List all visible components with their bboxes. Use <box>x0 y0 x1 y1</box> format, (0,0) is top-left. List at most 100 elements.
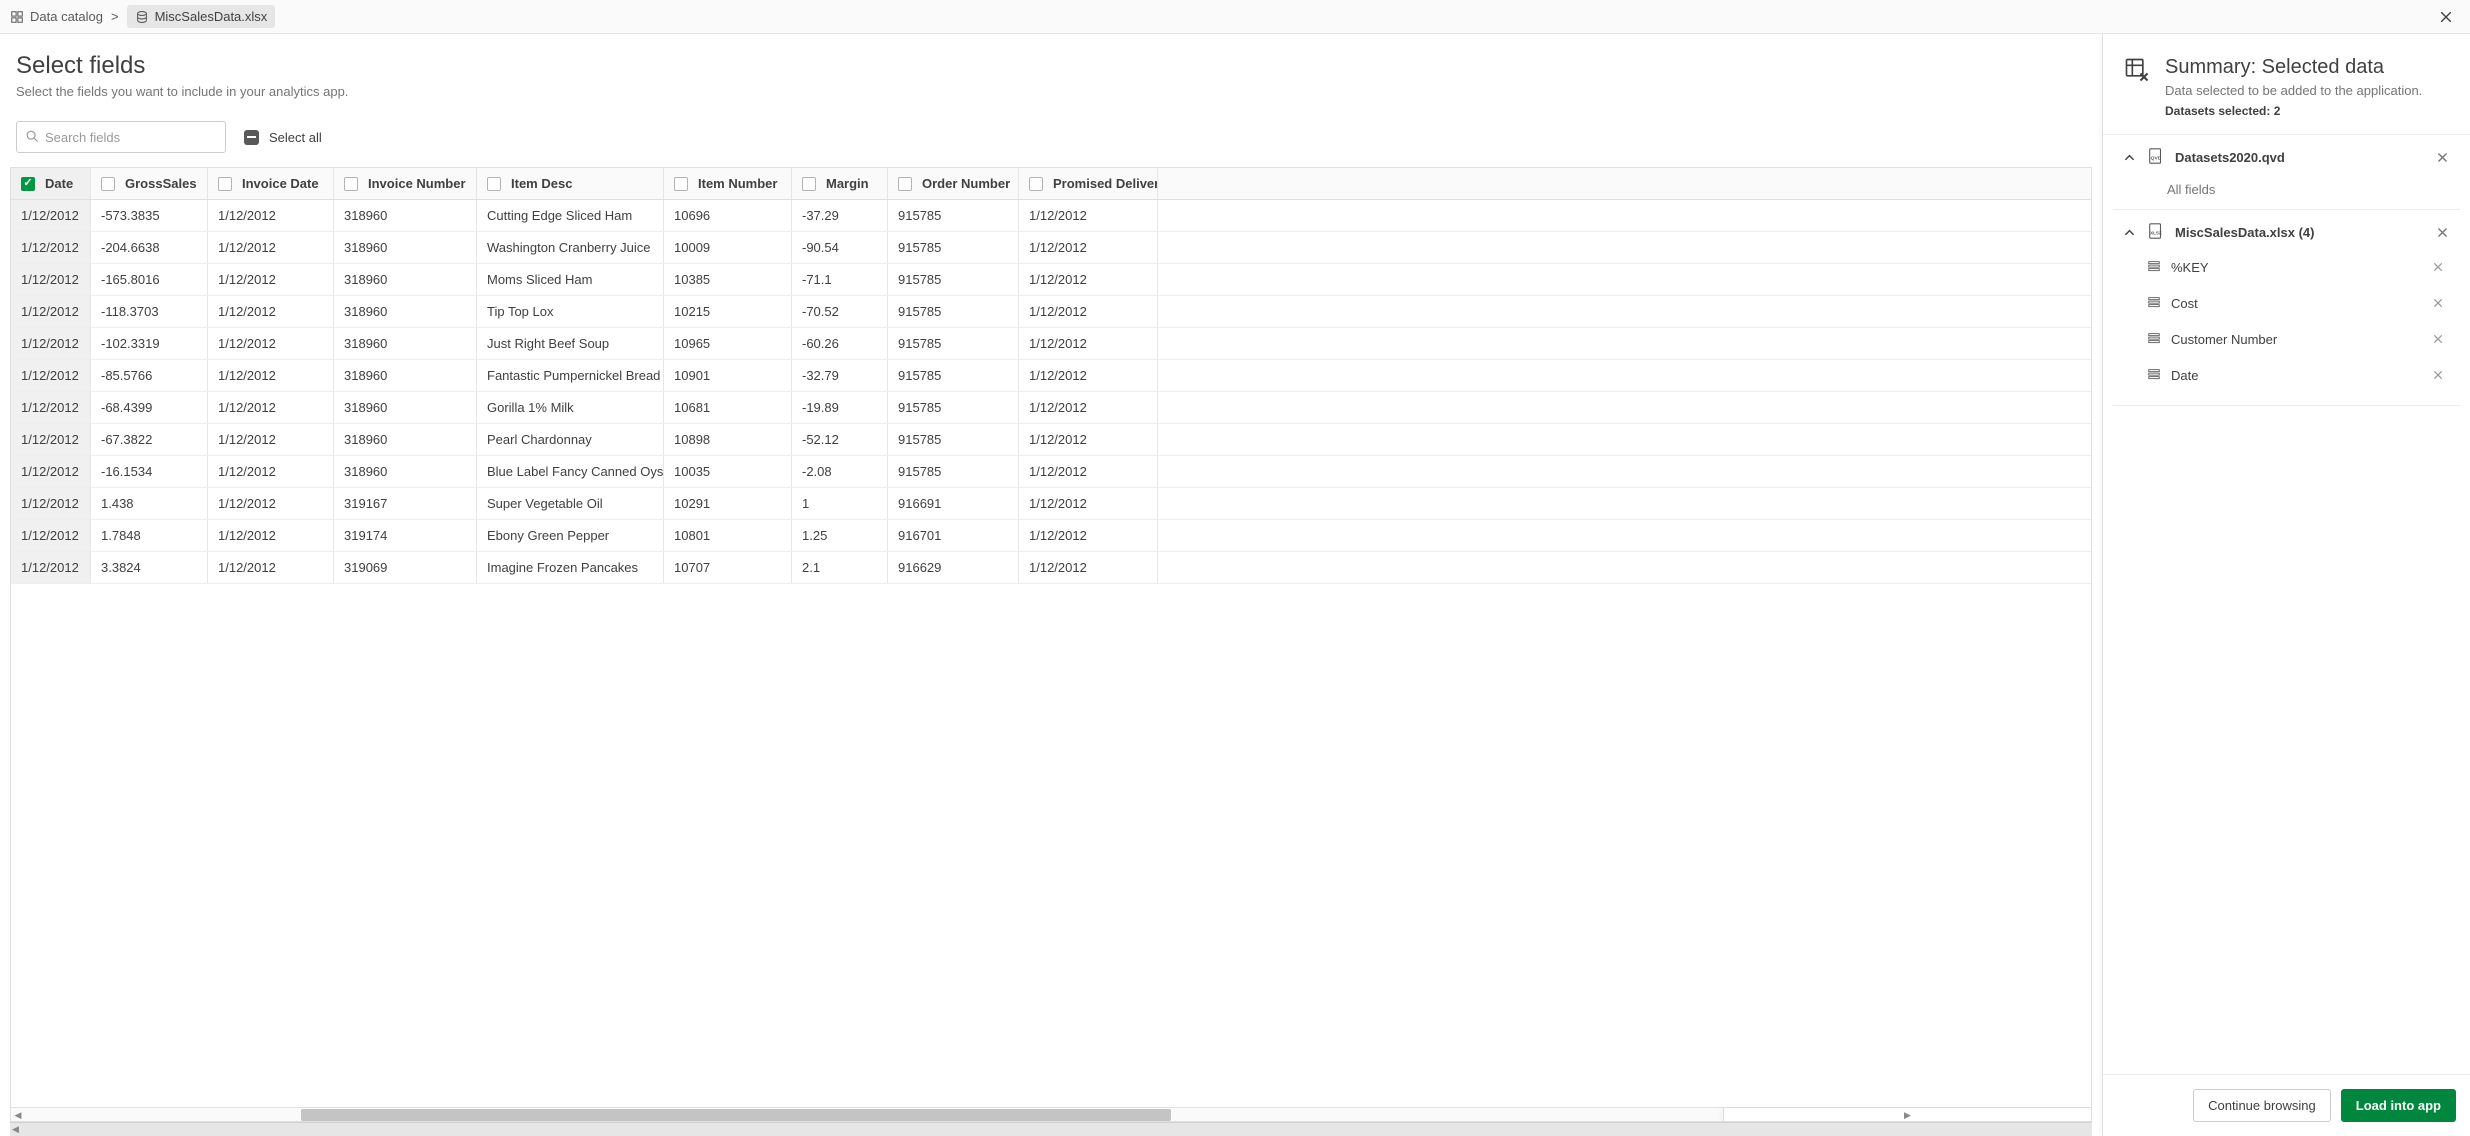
data-preview-table: Date GrossSales Invoice Date Invoice Number… <box>10 167 2092 1122</box>
table-cell: 1/12/2012 <box>11 424 91 455</box>
load-into-app-button[interactable]: Load into app <box>2341 1089 2456 1122</box>
table-cell: 1/12/2012 <box>1019 200 1158 231</box>
dataset-name: Datasets2020.qvd <box>2175 150 2422 165</box>
table-cell: 10707 <box>664 552 792 583</box>
page-subtitle: Select the fields you want to include in… <box>16 84 2090 99</box>
select-all-toggle[interactable]: Select all <box>244 130 322 145</box>
field-label: Customer Number <box>2171 332 2428 347</box>
column-header-label: Margin <box>826 176 869 191</box>
remove-field-button[interactable] <box>2428 257 2448 277</box>
table-cell: 915785 <box>888 328 1019 359</box>
table-cell: 915785 <box>888 424 1019 455</box>
table-cell: -90.54 <box>792 232 888 263</box>
field-icon <box>2147 367 2161 384</box>
table-cell: 1.438 <box>91 488 208 519</box>
table-cell: 10215 <box>664 296 792 327</box>
table-cell: 318960 <box>334 328 477 359</box>
column-header[interactable]: GrossSales <box>91 168 208 199</box>
close-button[interactable] <box>2432 3 2460 31</box>
bottom-scroll-strip[interactable]: ◀ <box>10 1122 2092 1136</box>
column-header[interactable]: Item Desc <box>477 168 664 199</box>
table-cell: -85.5766 <box>91 360 208 391</box>
table-cell: 915785 <box>888 456 1019 487</box>
table-row: 1/12/2012-118.37031/12/2012318960Tip Top… <box>11 296 2091 328</box>
dataset-block: XLSXMiscSalesData.xlsx (4)%KEYCostCustom… <box>2113 210 2460 406</box>
table-cell: 915785 <box>888 232 1019 263</box>
column-checkbox[interactable] <box>1029 177 1043 191</box>
column-header-label: Item Desc <box>511 176 572 191</box>
column-header-label: GrossSales <box>125 176 197 191</box>
column-header[interactable]: Margin <box>792 168 888 199</box>
column-checkbox[interactable] <box>898 177 912 191</box>
table-cell: 10035 <box>664 456 792 487</box>
table-cell: 1/12/2012 <box>1019 328 1158 359</box>
search-field[interactable] <box>16 121 226 153</box>
breadcrumb-current[interactable]: MiscSalesData.xlsx <box>127 5 276 28</box>
column-header[interactable]: Invoice Date <box>208 168 334 199</box>
scroll-left-arrow-icon[interactable]: ◀ <box>11 1108 25 1122</box>
scroll-right-arrow-icon[interactable]: ▶ <box>1723 1108 2091 1122</box>
continue-browsing-button[interactable]: Continue browsing <box>2193 1089 2331 1122</box>
column-checkbox[interactable] <box>218 177 232 191</box>
table-cell: 10965 <box>664 328 792 359</box>
remove-field-button[interactable] <box>2428 329 2448 349</box>
table-cell: 1 <box>792 488 888 519</box>
table-row: 1/12/2012-573.38351/12/2012318960Cutting… <box>11 200 2091 232</box>
table-cell: 1/12/2012 <box>1019 360 1158 391</box>
column-header-label: Invoice Date <box>242 176 319 191</box>
table-cell: 318960 <box>334 232 477 263</box>
column-header[interactable]: Date <box>11 168 91 199</box>
column-checkbox[interactable] <box>344 177 358 191</box>
column-header[interactable]: Promised Delivery Date <box>1019 168 1158 199</box>
table-cell: 1/12/2012 <box>11 520 91 551</box>
file-type-icon: QVD <box>2147 147 2165 168</box>
table-cell: 1/12/2012 <box>208 552 334 583</box>
table-cell: 318960 <box>334 264 477 295</box>
table-cell: -37.29 <box>792 200 888 231</box>
table-cell: -16.1534 <box>91 456 208 487</box>
column-checkbox[interactable] <box>487 177 501 191</box>
table-cell: -68.4399 <box>91 392 208 423</box>
chevron-up-icon[interactable] <box>2121 225 2137 241</box>
column-header[interactable]: Order Number <box>888 168 1019 199</box>
remove-dataset-button[interactable] <box>2432 148 2452 168</box>
table-cell: 2.1 <box>792 552 888 583</box>
search-input[interactable] <box>45 130 217 145</box>
summary-title: Summary: Selected data <box>2165 56 2422 79</box>
remove-dataset-button[interactable] <box>2432 223 2452 243</box>
table-cell: 1/12/2012 <box>11 200 91 231</box>
column-header-label: Date <box>45 176 73 191</box>
table-cell: Tip Top Lox <box>477 296 664 327</box>
table-cell: -70.52 <box>792 296 888 327</box>
table-cell: 318960 <box>334 392 477 423</box>
table-cell: 1/12/2012 <box>208 232 334 263</box>
remove-field-button[interactable] <box>2428 293 2448 313</box>
horizontal-scrollbar[interactable]: ◀ ▶ <box>11 1107 2091 1121</box>
scrollbar-thumb[interactable] <box>301 1109 1171 1121</box>
table-cell: -67.3822 <box>91 424 208 455</box>
table-cell: 1.7848 <box>91 520 208 551</box>
table-cell: 1/12/2012 <box>208 296 334 327</box>
selected-field-row: %KEY <box>2127 249 2452 285</box>
page-title: Select fields <box>16 52 2090 80</box>
table-row: 1/12/2012-85.57661/12/2012318960Fantasti… <box>11 360 2091 392</box>
table-cell: 1/12/2012 <box>208 488 334 519</box>
table-cell: 1.25 <box>792 520 888 551</box>
column-header[interactable]: Invoice Number <box>334 168 477 199</box>
chevron-up-icon[interactable] <box>2121 150 2137 166</box>
table-cell: 318960 <box>334 360 477 391</box>
breadcrumb-root[interactable]: Data catalog <box>30 9 103 24</box>
remove-field-button[interactable] <box>2428 365 2448 385</box>
table-cell: 1/12/2012 <box>11 392 91 423</box>
column-checkbox[interactable] <box>802 177 816 191</box>
table-cell: -204.6638 <box>91 232 208 263</box>
table-cell: 319167 <box>334 488 477 519</box>
table-cell: 1/12/2012 <box>208 264 334 295</box>
table-cell: 915785 <box>888 264 1019 295</box>
column-checkbox[interactable] <box>674 177 688 191</box>
column-header[interactable]: Item Number <box>664 168 792 199</box>
table-cell: Super Vegetable Oil <box>477 488 664 519</box>
table-cell: 10385 <box>664 264 792 295</box>
column-checkbox[interactable] <box>21 177 35 191</box>
column-checkbox[interactable] <box>101 177 115 191</box>
